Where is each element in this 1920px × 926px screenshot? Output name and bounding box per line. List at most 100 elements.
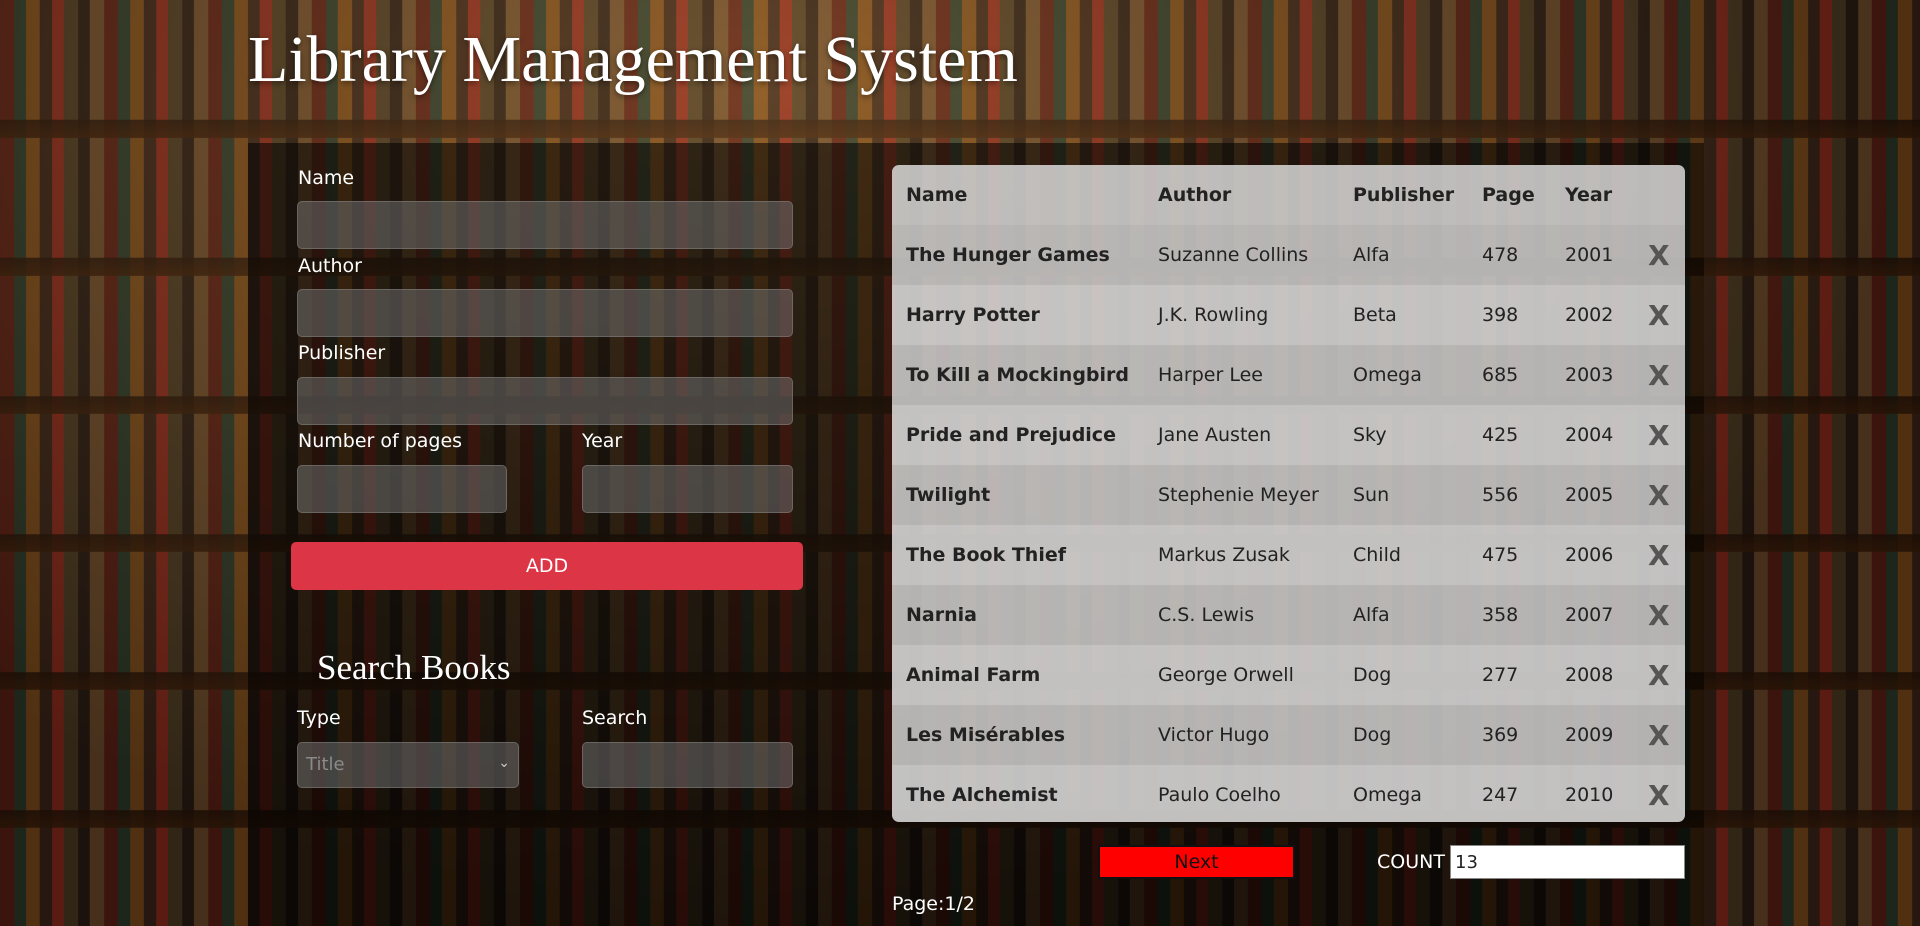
page-title: Library Management System [248, 23, 1018, 96]
book-page: 398 [1482, 304, 1519, 326]
book-year: 2010 [1565, 784, 1614, 806]
table-row: Les Misérables Victor Hugo Dog 369 2009 … [892, 705, 1685, 765]
book-name: Pride and Prejudice [906, 424, 1116, 446]
table-row: Pride and Prejudice Jane Austen Sky 425 … [892, 405, 1685, 465]
book-author: George Orwell [1158, 664, 1294, 686]
delete-button[interactable]: X [1648, 599, 1670, 632]
delete-button[interactable]: X [1648, 419, 1670, 452]
page-indicator: Page:1/2 [892, 893, 975, 915]
book-publisher: Dog [1353, 664, 1392, 686]
book-publisher: Dog [1353, 724, 1392, 746]
book-page: 369 [1482, 724, 1519, 746]
table-row: Animal Farm George Orwell Dog 277 2008 X [892, 645, 1685, 705]
book-year: 2009 [1565, 724, 1614, 746]
next-page-button[interactable]: Next [1098, 845, 1295, 879]
year-input[interactable] [582, 465, 793, 513]
delete-button[interactable]: X [1648, 479, 1670, 512]
book-page: 685 [1482, 364, 1519, 386]
book-name: Narnia [906, 604, 977, 626]
header-page: Page [1482, 184, 1535, 206]
book-name: Les Misérables [906, 724, 1066, 746]
pages-label: Number of pages [298, 430, 463, 452]
table-row: Twilight Stephenie Meyer Sun 556 2005 X [892, 465, 1685, 525]
book-name: Animal Farm [906, 664, 1041, 686]
table-row: Narnia C.S. Lewis Alfa 358 2007 X [892, 585, 1685, 645]
book-year: 2007 [1565, 604, 1614, 626]
book-author: Jane Austen [1158, 424, 1272, 446]
name-label: Name [298, 167, 355, 189]
book-year: 2008 [1565, 664, 1614, 686]
book-publisher: Alfa [1353, 244, 1390, 266]
book-publisher: Alfa [1353, 604, 1390, 626]
book-page: 358 [1482, 604, 1519, 626]
type-select-value: Title [306, 754, 345, 775]
type-label: Type [297, 707, 341, 729]
book-publisher: Omega [1353, 784, 1422, 806]
year-label: Year [582, 430, 623, 452]
header-year: Year [1565, 184, 1613, 206]
search-heading: Search Books [317, 648, 511, 687]
book-publisher: Sky [1353, 424, 1387, 446]
author-label: Author [298, 255, 362, 277]
book-page: 478 [1482, 244, 1519, 266]
book-page: 277 [1482, 664, 1519, 686]
book-author: Stephenie Meyer [1158, 484, 1319, 506]
book-name: Harry Potter [906, 304, 1040, 326]
book-year: 2004 [1565, 424, 1614, 446]
table-row: The Alchemist Paulo Coelho Omega 247 201… [892, 765, 1685, 822]
book-page: 556 [1482, 484, 1519, 506]
book-page: 425 [1482, 424, 1519, 446]
book-publisher: Child [1353, 544, 1401, 566]
table-header: Name Author Publisher Page Year [892, 165, 1685, 225]
pages-input[interactable] [297, 465, 507, 513]
delete-button[interactable]: X [1648, 779, 1670, 812]
book-publisher: Beta [1353, 304, 1397, 326]
delete-button[interactable]: X [1648, 239, 1670, 272]
book-year: 2003 [1565, 364, 1614, 386]
book-year: 2001 [1565, 244, 1614, 266]
book-page: 247 [1482, 784, 1519, 806]
book-name: The Hunger Games [906, 244, 1110, 266]
book-author: Harper Lee [1158, 364, 1263, 386]
header-name: Name [906, 184, 968, 206]
count-input[interactable] [1450, 845, 1685, 879]
table-row: Harry Potter J.K. Rowling Beta 398 2002 … [892, 285, 1685, 345]
publisher-label: Publisher [298, 342, 386, 364]
book-year: 2006 [1565, 544, 1614, 566]
delete-button[interactable]: X [1648, 539, 1670, 572]
book-name: The Alchemist [906, 784, 1058, 806]
book-author: Suzanne Collins [1158, 244, 1309, 266]
book-author: Markus Zusak [1158, 544, 1290, 566]
book-publisher: Sun [1353, 484, 1390, 506]
table-row: To Kill a Mockingbird Harper Lee Omega 6… [892, 345, 1685, 405]
type-select[interactable]: Title ⌄ [297, 742, 519, 788]
book-author: J.K. Rowling [1158, 304, 1269, 326]
book-year: 2002 [1565, 304, 1614, 326]
author-input[interactable] [297, 289, 793, 337]
books-table: Name Author Publisher Page Year The Hung… [892, 165, 1685, 822]
table-row: The Hunger Games Suzanne Collins Alfa 47… [892, 225, 1685, 285]
search-input[interactable] [582, 742, 793, 788]
publisher-input[interactable] [297, 377, 793, 425]
add-button[interactable]: ADD [291, 542, 803, 590]
book-author: Paulo Coelho [1158, 784, 1281, 806]
delete-button[interactable]: X [1648, 659, 1670, 692]
delete-button[interactable]: X [1648, 299, 1670, 332]
header-publisher: Publisher [1353, 184, 1455, 206]
book-name: The Book Thief [906, 544, 1066, 566]
book-year: 2005 [1565, 484, 1614, 506]
book-publisher: Omega [1353, 364, 1422, 386]
name-input[interactable] [297, 201, 793, 249]
search-label: Search [582, 707, 648, 729]
book-author: Victor Hugo [1158, 724, 1270, 746]
table-row: The Book Thief Markus Zusak Child 475 20… [892, 525, 1685, 585]
delete-button[interactable]: X [1648, 719, 1670, 752]
book-author: C.S. Lewis [1158, 604, 1255, 626]
count-label: COUNT [1377, 851, 1445, 873]
book-name: Twilight [906, 484, 991, 506]
header-author: Author [1158, 184, 1232, 206]
chevron-down-icon: ⌄ [498, 755, 510, 771]
delete-button[interactable]: X [1648, 359, 1670, 392]
book-name: To Kill a Mockingbird [906, 364, 1129, 386]
book-page: 475 [1482, 544, 1519, 566]
